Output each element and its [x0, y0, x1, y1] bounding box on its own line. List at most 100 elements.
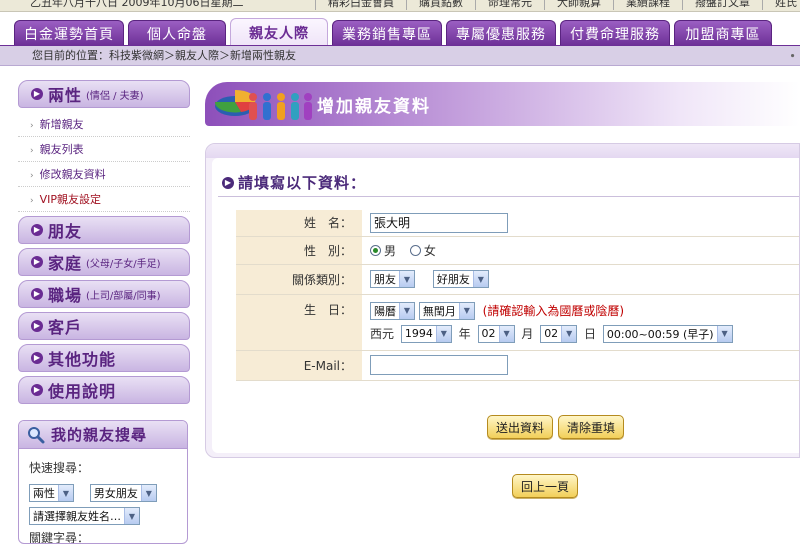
sidebar-item-friend-list[interactable]: › 親友列表: [18, 137, 190, 162]
sidebar-section-subtitle: (情侶 / 夫妻): [86, 90, 144, 102]
divider: [218, 196, 799, 197]
page-title: 增加親友資料: [317, 97, 431, 117]
tab-offers[interactable]: 專屬優惠服務: [446, 20, 556, 46]
form-section-title-text: 請填寫以下資料：: [238, 174, 367, 192]
name-cell: 張大明: [362, 210, 799, 237]
search-relation-select[interactable]: 男女朋友 ▼: [89, 484, 157, 502]
leap-month-select[interactable]: 無閏月 ▼: [418, 301, 475, 320]
top-link[interactable]: 撥盤訂文章: [682, 0, 762, 10]
bullet-icon: ▶: [31, 288, 43, 300]
name-input[interactable]: 張大明: [370, 212, 508, 233]
quick-search-label: 快速搜尋：: [29, 461, 90, 475]
sidebar-section-friends[interactable]: ▶ 朋友: [18, 216, 190, 244]
form-panel-inner: ▶ 請填寫以下資料： 姓 名： 張大明 性 別： 男 女 關係類別： 朋友 ▼ …: [212, 158, 799, 453]
sidebar-sublist: › 新增親友 › 親友列表 › 修改親友資料 › VIP親友設定: [18, 112, 190, 212]
email-input[interactable]: [370, 355, 508, 375]
chevron-down-icon: ▼: [561, 325, 577, 342]
tab-franchise[interactable]: 加盟商專區: [674, 20, 772, 46]
chevron-down-icon: ▼: [58, 485, 73, 501]
sidebar-section-workplace[interactable]: ▶ 職場 (上司/部屬/同事): [18, 280, 190, 308]
bullet-icon: ▶: [31, 384, 43, 396]
top-link[interactable]: 大師親算: [544, 0, 613, 10]
keyword-search-label: 關鍵字尋：: [29, 531, 90, 544]
chevron-down-icon: ▼: [399, 302, 414, 319]
relation-secondary-select[interactable]: 好朋友 ▼: [432, 270, 489, 288]
tab-sales[interactable]: 業務銷售專區: [332, 20, 442, 46]
tab-personal-chart[interactable]: 個人命盤: [128, 20, 226, 46]
tab-paid-services[interactable]: 付費命理服務: [560, 20, 670, 46]
chevron-down-icon: ▼: [716, 325, 732, 342]
sidebar-item-vip-settings[interactable]: › VIP親友設定: [18, 187, 190, 212]
chevron-down-icon: ▼: [458, 302, 474, 319]
breadcrumb: 您目前的位置：科技紫微網＞親友人際＞新增兩性親友 ∙: [0, 46, 800, 66]
sidebar-section-clients[interactable]: ▶ 客戶: [18, 312, 190, 340]
back-button[interactable]: 回上一頁: [512, 474, 579, 498]
day-select[interactable]: 02 ▼: [540, 324, 578, 343]
search-name-select[interactable]: 請選擇親友姓名… ▼: [29, 507, 140, 525]
form-row-birthday: 生 日： 陽曆 ▼ 無閏月 ▼ (請確認輸入為國曆或陰曆) 西元 1994 ▼ 年 0…: [236, 294, 799, 351]
sidebar-section-title: 客戶: [48, 318, 83, 337]
name-label: 姓 名：: [236, 210, 362, 237]
sidebar-item-label: 修改親友資料: [39, 168, 106, 181]
date-text: 乙丑年八月十八日 2009年10月06日星期二: [30, 0, 244, 9]
arrow-icon: ›: [30, 121, 34, 131]
relation-primary-select[interactable]: 朋友 ▼: [370, 270, 415, 288]
main-nav: 白金運勢首頁 個人命盤 親友人際 業務銷售專區 專屬優惠服務 付費命理服務 加盟…: [0, 12, 800, 48]
people-icon: [249, 93, 312, 120]
arrow-icon: ›: [30, 196, 34, 206]
friend-search-header: 我的親友搜尋: [19, 421, 187, 449]
sidebar-section-subtitle: (父母/子女/手足): [86, 258, 161, 270]
top-link[interactable]: 姓氏: [762, 0, 800, 10]
sidebar-item-add-friend[interactable]: › 新增親友: [18, 112, 190, 137]
top-link[interactable]: 精彩白金會員: [315, 0, 406, 10]
gender-radio-male[interactable]: [370, 244, 381, 256]
select-value: 請選擇親友姓名…: [33, 510, 121, 523]
sidebar-item-label: VIP親友設定: [39, 193, 102, 206]
tab-home[interactable]: 白金運勢首頁: [14, 20, 124, 46]
sidebar: ▶ 兩性 (情侶 / 夫妻) › 新增親友 › 親友列表 › 修改親友資料 › VIP親…: [18, 80, 190, 408]
sidebar-section-other[interactable]: ▶ 其他功能: [18, 344, 190, 372]
form-row-name: 姓 名： 張大明: [236, 210, 799, 237]
sidebar-section-family[interactable]: ▶ 家庭 (父母/子女/手足): [18, 248, 190, 276]
sidebar-section-title: 兩性: [48, 86, 83, 105]
sidebar-section-title: 使用說明: [48, 382, 117, 401]
magnifier-icon: [28, 426, 45, 443]
select-value: 00:00~00:59 (早子): [606, 327, 714, 341]
sidebar-section-subtitle: (上司/部屬/同事): [86, 290, 161, 302]
top-link[interactable]: 購買點數: [406, 0, 475, 10]
select-value: 朋友: [374, 273, 396, 286]
sidebar-section-couples[interactable]: ▶ 兩性 (情侶 / 夫妻): [18, 80, 190, 108]
select-value: 1994: [404, 327, 433, 340]
tab-relations[interactable]: 親友人際: [230, 18, 328, 46]
month-unit: 月: [521, 327, 534, 341]
month-select[interactable]: 02 ▼: [477, 324, 515, 343]
form-row-email: E-Mail：: [236, 350, 799, 381]
chevron-down-icon: ▼: [498, 325, 514, 342]
arrow-icon: ›: [30, 146, 34, 156]
era-label: 西元: [370, 327, 395, 341]
hour-select[interactable]: 00:00~00:59 (早子) ▼: [602, 324, 733, 343]
top-link[interactable]: 命理常元: [475, 0, 544, 10]
form-row-gender: 性 別： 男 女: [236, 236, 799, 265]
select-value: 陽曆: [374, 304, 396, 318]
sidebar-section-title: 家庭: [48, 254, 83, 273]
top-link[interactable]: 業績課程: [613, 0, 682, 10]
sidebar-section-title: 朋友: [48, 222, 83, 241]
chevron-down-icon: ▼: [435, 325, 451, 342]
relation-cell: 朋友 ▼ 好朋友 ▼: [362, 264, 799, 295]
sidebar-item-edit-friend[interactable]: › 修改親友資料: [18, 162, 190, 187]
email-label: E-Mail：: [236, 350, 362, 381]
submit-button[interactable]: 送出資料: [487, 415, 554, 439]
chevron-down-icon: ▼: [140, 485, 156, 501]
select-value: 好朋友: [436, 273, 470, 286]
gender-radio-female[interactable]: [409, 244, 421, 256]
year-select[interactable]: 1994 ▼: [400, 324, 452, 343]
calendar-type-select[interactable]: 陽曆 ▼: [370, 301, 415, 320]
sidebar-section-help[interactable]: ▶ 使用說明: [18, 376, 190, 404]
reset-button[interactable]: 清除重填: [558, 415, 625, 439]
form-row-relation: 關係類別： 朋友 ▼ 好朋友 ▼: [236, 264, 799, 295]
top-links: 精彩白金會員 購買點數 命理常元 大師親算 業績課程 撥盤訂文章 姓氏: [315, 0, 800, 10]
search-type-select[interactable]: 兩性 ▼: [29, 484, 74, 502]
friend-search-title: 我的親友搜尋: [51, 426, 148, 444]
sidebar-section-title: 其他功能: [48, 350, 117, 369]
